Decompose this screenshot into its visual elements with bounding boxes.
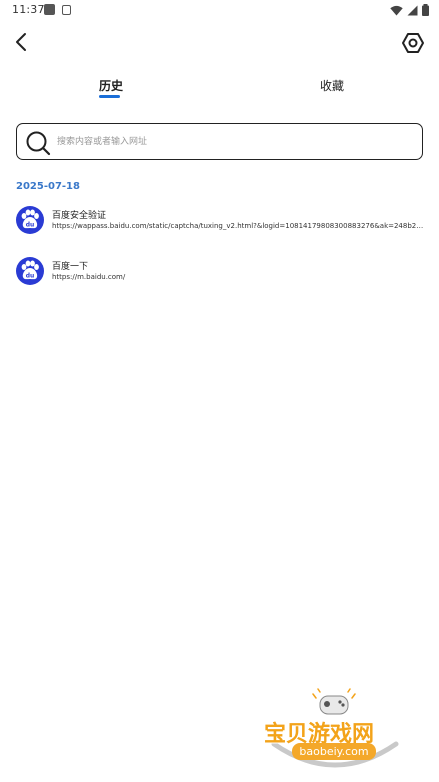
search-box[interactable]	[16, 123, 423, 160]
settings-hexagon-icon	[402, 33, 424, 53]
search-input[interactable]	[57, 133, 412, 151]
history-entry-url: https://m.baidu.com/	[52, 273, 126, 281]
status-icons	[390, 3, 429, 17]
svg-text:du: du	[26, 222, 35, 229]
wifi-icon	[390, 5, 403, 15]
baidu-paw-icon: du	[16, 257, 44, 285]
gamepad-icon	[312, 688, 356, 715]
tab-history[interactable]: 历史	[99, 77, 123, 94]
status-time: 11:37	[12, 3, 45, 16]
baidu-paw-icon: du	[16, 206, 44, 234]
search-icon	[26, 131, 51, 156]
back-arrow-icon	[16, 33, 26, 51]
signal-icon	[407, 5, 418, 15]
status-bar: 11:37	[0, 0, 439, 20]
history-entry-title: 百度安全验证	[52, 211, 107, 221]
history-entry-title: 百度一下	[52, 262, 89, 272]
watermark-domain: baobeiy.com	[292, 743, 376, 760]
battery-icon	[422, 4, 429, 16]
notification-a-icon	[62, 5, 71, 15]
history-entry[interactable]: du 百度安全验证 https://wappass.baidu.com/stat…	[16, 205, 428, 235]
back-button[interactable]	[10, 30, 34, 54]
tab-active-indicator	[99, 95, 120, 98]
history-date-header: 2025-07-18	[16, 181, 80, 192]
tab-favorites[interactable]: 收藏	[320, 77, 344, 94]
notification-icon	[44, 4, 55, 15]
svg-text:du: du	[26, 273, 35, 280]
history-entry[interactable]: du 百度一下 https://m.baidu.com/	[16, 256, 428, 286]
watermark-logo: 宝贝游戏网 baobeiy.com	[262, 688, 412, 780]
history-entry-url: https://wappass.baidu.com/static/captcha…	[52, 222, 426, 230]
settings-button[interactable]	[401, 31, 425, 55]
